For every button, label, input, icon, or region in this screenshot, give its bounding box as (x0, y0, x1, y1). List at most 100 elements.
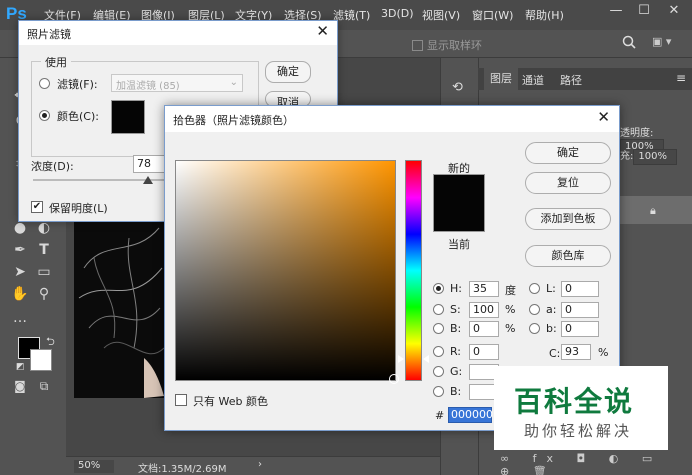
h-unit: 度 (505, 284, 516, 297)
watermark-logo: 百科全说 助你轻松解决 (494, 366, 668, 450)
path-select-tool-icon[interactable]: ➤ (10, 262, 30, 282)
density-slider-thumb[interactable] (143, 176, 153, 184)
sample-ring-checkbox[interactable] (412, 40, 423, 51)
l-input[interactable]: 0 (561, 281, 599, 297)
g-radio[interactable] (433, 366, 444, 377)
tab-channels[interactable]: 通道 (522, 72, 544, 88)
close-window-button[interactable]: ✕ (660, 0, 688, 22)
s-input[interactable]: 100 (469, 302, 499, 318)
swap-colors-icon[interactable]: ⮌ (46, 333, 55, 352)
filter-radio[interactable] (39, 78, 50, 89)
color-field[interactable] (175, 160, 396, 381)
status-menu-arrow[interactable]: › (258, 459, 262, 470)
hue-slider-right-marker[interactable] (423, 355, 429, 363)
c-label: C: (549, 347, 561, 360)
lab-b-label: b: (546, 322, 557, 335)
color-libraries-button[interactable]: 颜色库 (525, 245, 611, 267)
s-radio[interactable] (433, 304, 444, 315)
blue-label: B: (450, 385, 462, 398)
dialog-title: 拾色器（照片滤镜颜色） (173, 114, 294, 127)
quick-mask-icon[interactable]: ◙ (10, 376, 30, 396)
tab-paths[interactable]: 路径 (560, 72, 582, 88)
hue-slider[interactable] (405, 160, 422, 381)
filter-label: 滤镜(F): (57, 78, 98, 91)
type-tool-icon[interactable]: T (34, 240, 54, 260)
ok-button[interactable]: 确定 (525, 142, 611, 164)
zoom-level[interactable]: 50% (74, 460, 114, 473)
fill-field[interactable]: 100% (633, 149, 678, 165)
b-label: B: (450, 322, 462, 335)
l-radio[interactable] (529, 283, 540, 294)
h-label: H: (450, 282, 462, 295)
filter-select-value: 加温滤镜 (85) (116, 81, 180, 92)
close-icon[interactable]: ✕ (597, 108, 610, 126)
menu-window[interactable]: 窗口(W) (472, 7, 513, 23)
s-label: S: (450, 303, 461, 316)
document-size: 文档:1.35M/2.69M (138, 464, 227, 475)
ok-button[interactable]: 确定 (265, 61, 311, 83)
a-input[interactable]: 0 (561, 302, 599, 318)
color-field-cursor[interactable] (389, 374, 399, 384)
hex-label: # (435, 409, 445, 422)
dialog-title: 照片滤镜 (27, 28, 71, 41)
watermark-title: 百科全说 (514, 385, 635, 418)
dialog-titlebar: 拾色器（照片滤镜颜色） ✕ (165, 106, 619, 132)
more-tools-icon[interactable]: … (10, 308, 30, 328)
filter-color-swatch[interactable] (111, 100, 145, 134)
layers-bottom-icons[interactable]: ∞ fx ◘ ◐ ▭ ⊕ 🗑︎ (500, 452, 692, 475)
current-color-label: 当前 (448, 238, 470, 251)
hand-tool-icon[interactable]: ✋ (10, 284, 30, 304)
r-radio[interactable] (433, 346, 444, 357)
menu-help[interactable]: 帮助(H) (525, 7, 564, 23)
background-color-swatch[interactable] (30, 349, 52, 371)
workspace-switcher-icon[interactable]: ▣ ▾ (652, 35, 678, 51)
sample-ring-label: 显示取样环 (427, 39, 482, 52)
default-colors-icon[interactable]: ◩ (16, 362, 25, 372)
new-color-swatch (433, 174, 485, 232)
watermark-subtitle: 助你轻松解决 (524, 422, 633, 440)
rectangle-tool-icon[interactable]: ▭ (34, 262, 54, 282)
g-label: G: (450, 365, 463, 378)
hex-input[interactable]: 000000 (448, 407, 493, 423)
a-radio[interactable] (529, 304, 540, 315)
use-group-label: 使用 (41, 54, 71, 70)
hue-slider-left-marker[interactable] (398, 355, 404, 363)
preserve-luminosity-checkbox[interactable]: ✔ (31, 201, 43, 213)
b-unit: % (505, 322, 516, 335)
screen-mode-icon[interactable]: ⧉ (34, 376, 54, 396)
c-input[interactable]: 93 (561, 344, 591, 360)
close-icon[interactable]: ✕ (316, 22, 329, 40)
sample-ring-option[interactable]: 显示取样环 (412, 37, 482, 53)
color-radio[interactable] (39, 110, 50, 121)
menu-view[interactable]: 视图(V) (422, 7, 460, 23)
b-input[interactable]: 0 (469, 321, 499, 337)
panel-tabs: 图层 通道 路径 ≡ (478, 68, 692, 90)
history-icon[interactable]: ⟲ (452, 80, 463, 95)
r-input[interactable]: 0 (469, 344, 499, 360)
density-label: 浓度(D): (31, 160, 74, 173)
search-icon[interactable] (622, 35, 636, 49)
zoom-tool-icon[interactable]: ⚲ (34, 284, 54, 304)
menu-3d[interactable]: 3D(D) (381, 7, 414, 20)
lab-b-input[interactable]: 0 (561, 321, 599, 337)
tab-layers[interactable]: 图层 (484, 68, 518, 90)
lock-icon: 🔒︎ (650, 204, 656, 217)
minimize-button[interactable]: — (602, 0, 630, 22)
preserve-luminosity-label: 保留明度(L) (49, 202, 108, 215)
reset-button[interactable]: 复位 (525, 172, 611, 194)
menu-filter[interactable]: 滤镜(T) (333, 7, 370, 23)
panel-menu-icon[interactable]: ≡ (676, 71, 686, 85)
blue-radio[interactable] (433, 386, 444, 397)
h-radio[interactable] (433, 283, 444, 294)
h-input[interactable]: 35 (469, 281, 499, 297)
status-bar: 50% 文档:1.35M/2.69M › (66, 456, 440, 475)
b-radio[interactable] (433, 323, 444, 334)
lab-b-radio[interactable] (529, 323, 540, 334)
filter-select[interactable]: 加温滤镜 (85) ⌄ (111, 74, 243, 92)
pen-tool-icon[interactable]: ✒ (10, 240, 30, 260)
opacity-label: 透明度: (620, 128, 654, 139)
web-colors-only-checkbox[interactable] (175, 394, 187, 406)
l-label: L: (546, 282, 556, 295)
add-to-swatches-button[interactable]: 添加到色板 (525, 208, 611, 230)
maximize-button[interactable]: ☐ (630, 0, 658, 22)
